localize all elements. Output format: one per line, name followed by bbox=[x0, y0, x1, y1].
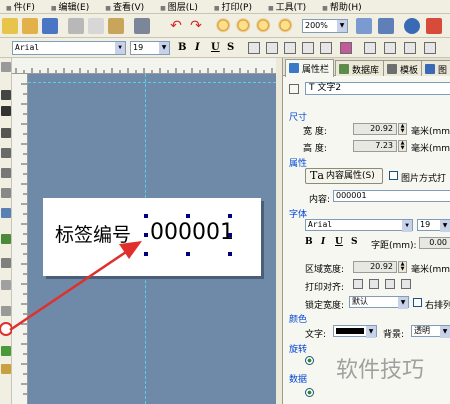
content-input[interactable]: 000001 bbox=[333, 190, 450, 202]
color-section-title: 颜色 bbox=[289, 315, 308, 325]
align-right-icon[interactable] bbox=[385, 279, 395, 289]
width-input[interactable]: 20.92 bbox=[353, 123, 397, 135]
align-center-icon[interactable] bbox=[369, 279, 379, 289]
panel-tabs: 属性栏 数据库 模板 图 bbox=[283, 58, 450, 77]
chevron-down-icon: ▼ bbox=[398, 297, 408, 309]
align-left-icon[interactable] bbox=[353, 279, 363, 289]
chevron-down-icon: ▼ bbox=[440, 326, 450, 338]
watermark-text: 软件技巧 bbox=[336, 358, 425, 383]
size-section-title: 尺寸 bbox=[289, 113, 308, 123]
region-width-unit: 毫米(mm) bbox=[411, 265, 450, 275]
region-width-input[interactable]: 20.92 bbox=[353, 261, 397, 273]
right-align-label: 右排列 bbox=[425, 301, 450, 311]
region-width-spinner[interactable]: ▲ ▼ bbox=[398, 261, 407, 273]
properties-icon bbox=[289, 63, 299, 73]
object-select[interactable]: T 文字2 bbox=[305, 82, 450, 95]
attr-section-title: 属性 bbox=[289, 159, 308, 169]
rotate-radio[interactable] bbox=[305, 356, 314, 365]
tab-image[interactable]: 图 bbox=[421, 60, 450, 76]
lock-width-select[interactable]: 默认 ▼ bbox=[349, 296, 409, 309]
tab-database[interactable]: 数据库 bbox=[335, 60, 385, 76]
text-attr-icon: Tа bbox=[310, 169, 324, 182]
chevron-down-icon: ▼ bbox=[440, 220, 450, 232]
template-icon bbox=[387, 64, 397, 74]
rotate-section-title: 旋转 bbox=[289, 345, 308, 355]
spacing-input[interactable]: 0.00 bbox=[419, 237, 450, 249]
text-color-select[interactable]: ▼ bbox=[333, 325, 377, 338]
height-unit: 毫米(mm) bbox=[411, 144, 450, 154]
region-width-label: 区域宽度: bbox=[305, 265, 345, 275]
content-attr-button[interactable]: Tа 内容属性(S) bbox=[305, 168, 383, 184]
bg-color-label: 背景: bbox=[383, 330, 405, 340]
lock-width-label: 锁定宽度: bbox=[305, 301, 345, 311]
color-swatch bbox=[336, 328, 364, 334]
panel-strike-button[interactable]: S bbox=[351, 237, 358, 247]
height-input[interactable]: 7.23 bbox=[353, 140, 397, 152]
panel-font-size-select[interactable]: 19 ▼ bbox=[417, 219, 450, 232]
image-print-label: 图片方式打 bbox=[401, 174, 447, 184]
chevron-down-icon: ▼ bbox=[402, 220, 412, 232]
wrench-icon bbox=[289, 84, 299, 94]
text-color-label: 文字: bbox=[305, 330, 327, 340]
width-spinner[interactable]: ▲ ▼ bbox=[398, 123, 407, 135]
tab-template[interactable]: 模板 bbox=[383, 60, 424, 76]
spacing-label: 字距(mm): bbox=[371, 241, 417, 251]
tab-properties[interactable]: 属性栏 bbox=[285, 59, 335, 77]
data-radio[interactable] bbox=[305, 388, 314, 397]
database-icon bbox=[339, 64, 349, 74]
height-label: 高 度: bbox=[303, 144, 327, 154]
width-label: 宽 度: bbox=[303, 127, 327, 137]
panel-underline-button[interactable]: U bbox=[335, 237, 343, 247]
content-label: 内容: bbox=[309, 195, 331, 205]
panel-italic-button[interactable]: I bbox=[321, 237, 325, 247]
align-justify-icon[interactable] bbox=[401, 279, 411, 289]
panel-bold-button[interactable]: B bbox=[305, 237, 313, 247]
align-label: 打印对齐: bbox=[305, 283, 345, 293]
chevron-down-icon: ▼ bbox=[366, 326, 376, 338]
height-spinner[interactable]: ▲ ▼ bbox=[398, 140, 407, 152]
image-icon bbox=[425, 64, 435, 74]
panel-font-select[interactable]: Arial ▼ bbox=[305, 219, 413, 232]
data-section-title: 数据 bbox=[289, 375, 308, 385]
image-print-checkbox[interactable] bbox=[389, 171, 398, 180]
width-unit: 毫米(mm) bbox=[411, 127, 450, 137]
bg-color-select[interactable]: 透明 ▼ bbox=[411, 325, 450, 338]
right-align-checkbox[interactable] bbox=[413, 298, 422, 307]
